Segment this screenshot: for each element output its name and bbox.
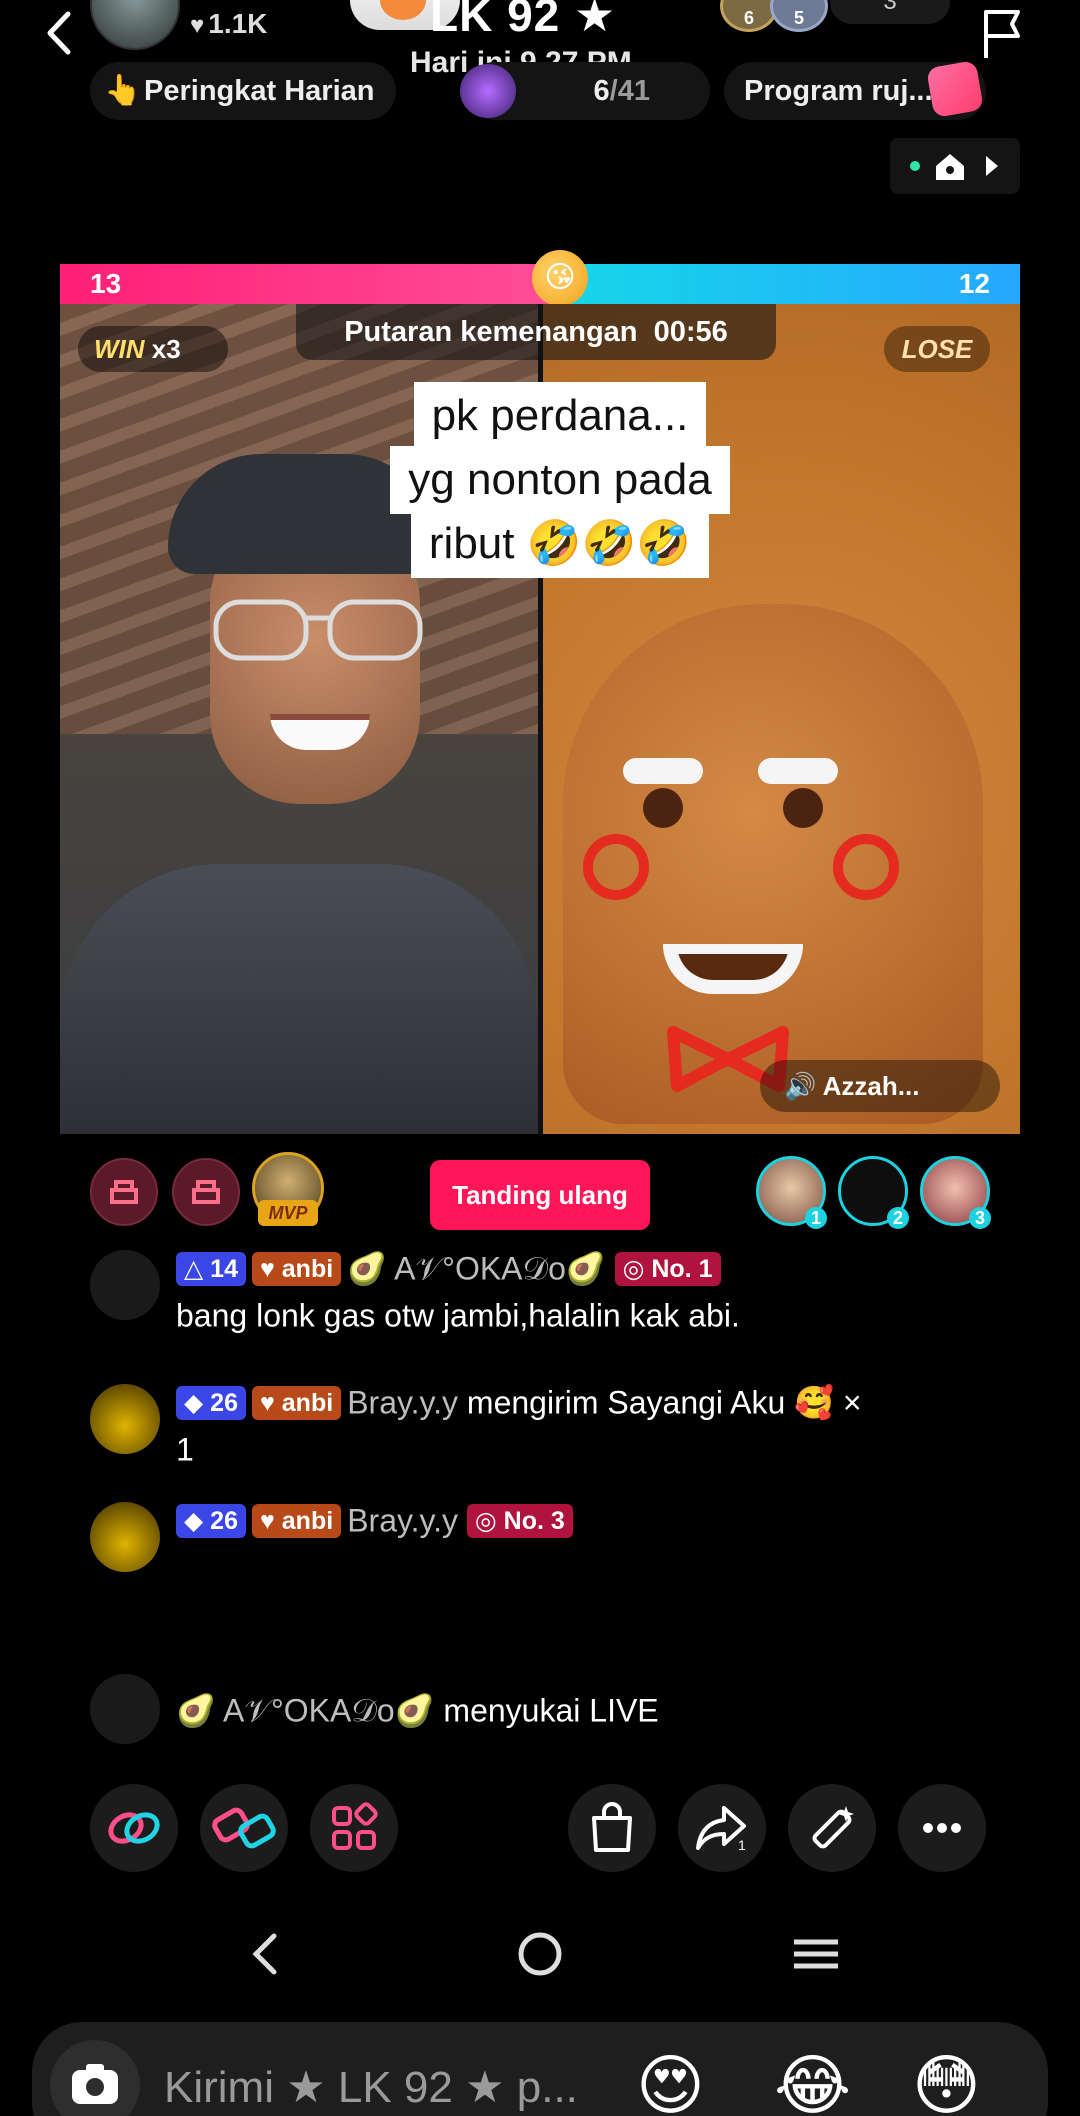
nav-home-icon[interactable] [510, 1924, 570, 1984]
gingerbread-brow [623, 758, 703, 784]
heart-eyes-emoji-button[interactable]: 😍 [636, 2050, 705, 2116]
daily-ranking-pill[interactable]: 👆 Peringkat Harian [90, 62, 396, 120]
round-timer: Putaran kemenangan 00:56 [296, 304, 776, 360]
comment-composer[interactable]: Kirimi ★ LK 92 ★ p... 😍 😂 😳 [32, 2022, 1048, 2116]
overlay-caption: pk perdana... yg nonton pada ribut 🤣🤣🤣 [360, 382, 760, 578]
glasses-shape [213, 599, 423, 661]
caption-line: pk perdana... [413, 382, 707, 450]
svg-text:1: 1 [738, 1837, 746, 1853]
mvp-badge: MVP [258, 1200, 318, 1226]
back-icon[interactable] [40, 8, 80, 58]
message-text: mengirim Sayangi Aku 🥰 × [466, 1384, 862, 1421]
supporter-avatar-1[interactable]: 1 [756, 1156, 827, 1229]
level-badge: ◆ 26 [176, 1385, 246, 1420]
mini-controls[interactable] [890, 138, 1020, 194]
room-title[interactable]: LK 92 ★ [430, 0, 616, 42]
nav-back-icon[interactable] [236, 1924, 296, 1984]
share-icon[interactable]: 1 [678, 1784, 766, 1872]
score-right: 12 [958, 268, 990, 299]
fan-badge: ♥ anbi [251, 1503, 342, 1538]
level-badge: ◆ 26 [176, 1503, 246, 1538]
chevron-right-icon[interactable] [982, 154, 1002, 178]
caption-line: yg nonton pada [390, 446, 730, 514]
username[interactable]: 🥑 A𝒱°OKA𝒟o🥑 [176, 1693, 435, 1729]
user-avatar[interactable] [90, 1384, 160, 1454]
empty-seat-icon[interactable] [90, 1158, 158, 1226]
username[interactable]: 🥑 A𝒱°OKA𝒟o🥑 [347, 1251, 606, 1287]
heart-icon: ♥ [190, 12, 205, 39]
rank-badge: ◎ No. 1 [614, 1251, 721, 1286]
apps-grid-icon[interactable] [310, 1784, 398, 1872]
home-icon[interactable] [932, 148, 968, 184]
fan-badge: ♥ anbi [251, 1251, 342, 1286]
empty-seat-icon[interactable] [172, 1158, 240, 1226]
user-avatar[interactable] [90, 1502, 160, 1572]
score-left: 13 [90, 268, 122, 299]
magic-wand-icon[interactable] [788, 1784, 876, 1872]
supporter-avatar-3[interactable]: 3 [920, 1156, 991, 1229]
caption-line: ribut 🤣🤣🤣 [410, 510, 710, 578]
fire-hand-icon: 👆 [104, 74, 142, 107]
viewer-count[interactable]: 3 [830, 0, 950, 24]
top-bar: ♥1.1K LK 92 ★ Hari ini 9.27 PM 6 5 3 [0, 0, 1080, 79]
link-icon[interactable] [90, 1784, 178, 1872]
gift-box-icon [926, 60, 984, 118]
message-text: bang lonk gas otw jambi,halalin kak abi. [176, 1297, 740, 1334]
pk-footer: MVP Tanding ulang 1 2 3 [0, 1150, 1080, 1230]
username[interactable]: Bray.y.y [347, 1503, 458, 1539]
like-count: ♥ 1.1K [190, 8, 268, 39]
pk-battle-icon[interactable] [200, 1784, 288, 1872]
gingerbread-eye [643, 788, 683, 828]
shopping-bag-icon[interactable] [568, 1784, 656, 1872]
laughing-emoji-button[interactable]: 😂 [774, 2050, 851, 2116]
progress-pill[interactable]: 6/41 [460, 62, 710, 120]
action-bar: 1 [0, 1784, 1080, 1874]
gingerbread-cheek [833, 834, 899, 900]
supporter-avatar-2[interactable]: 2 [838, 1156, 909, 1229]
top-viewers[interactable]: 6 5 3 [720, 0, 960, 32]
level-badge: △ 14 [176, 1251, 246, 1286]
top-viewer-avatar[interactable]: 5 [770, 0, 828, 32]
message-text: 1 [176, 1431, 194, 1468]
gingerbread-cheek [583, 834, 649, 900]
kiss-emoji-icon: 😘 [532, 250, 588, 306]
report-flag-icon[interactable] [974, 6, 1030, 62]
opponent-name-tag[interactable]: 🔊 Azzah... [760, 1060, 1000, 1112]
rank-badge: ◎ No. 3 [466, 1503, 573, 1538]
win-streak-badge: WIN x3 [78, 326, 228, 372]
host-avatar[interactable] [90, 0, 180, 50]
camera-icon[interactable] [50, 2040, 140, 2116]
score-bar-left [60, 264, 560, 304]
gingerbread-brow [758, 758, 838, 784]
pk-score-bar: 13 12 😘 [60, 250, 1020, 306]
referral-program-pill[interactable]: Program ruj... [724, 60, 986, 120]
message-text: menyukai LIVE [443, 1692, 659, 1729]
comment-input[interactable]: Kirimi ★ LK 92 ★ p... [164, 2062, 578, 2113]
user-avatar[interactable] [90, 1674, 160, 1744]
nav-recents-icon[interactable] [786, 1924, 846, 1984]
score-bar-right [560, 264, 1020, 304]
host-hoodie [60, 864, 538, 1134]
lose-badge: LOSE [884, 326, 990, 372]
rematch-button[interactable]: Tanding ulang [430, 1160, 650, 1230]
user-avatar[interactable] [90, 1250, 160, 1320]
orb-icon [460, 64, 516, 118]
live-dot-icon [910, 161, 920, 171]
more-icon[interactable] [898, 1784, 986, 1872]
fan-badge: ♥ anbi [251, 1385, 342, 1420]
speaker-icon[interactable]: 🔊 [784, 1071, 816, 1101]
flushed-emoji-button[interactable]: 😳 [912, 2050, 981, 2116]
gingerbread-eye [783, 788, 823, 828]
system-navigation [0, 1914, 1080, 1994]
username[interactable]: Bray.y.y [347, 1385, 458, 1421]
